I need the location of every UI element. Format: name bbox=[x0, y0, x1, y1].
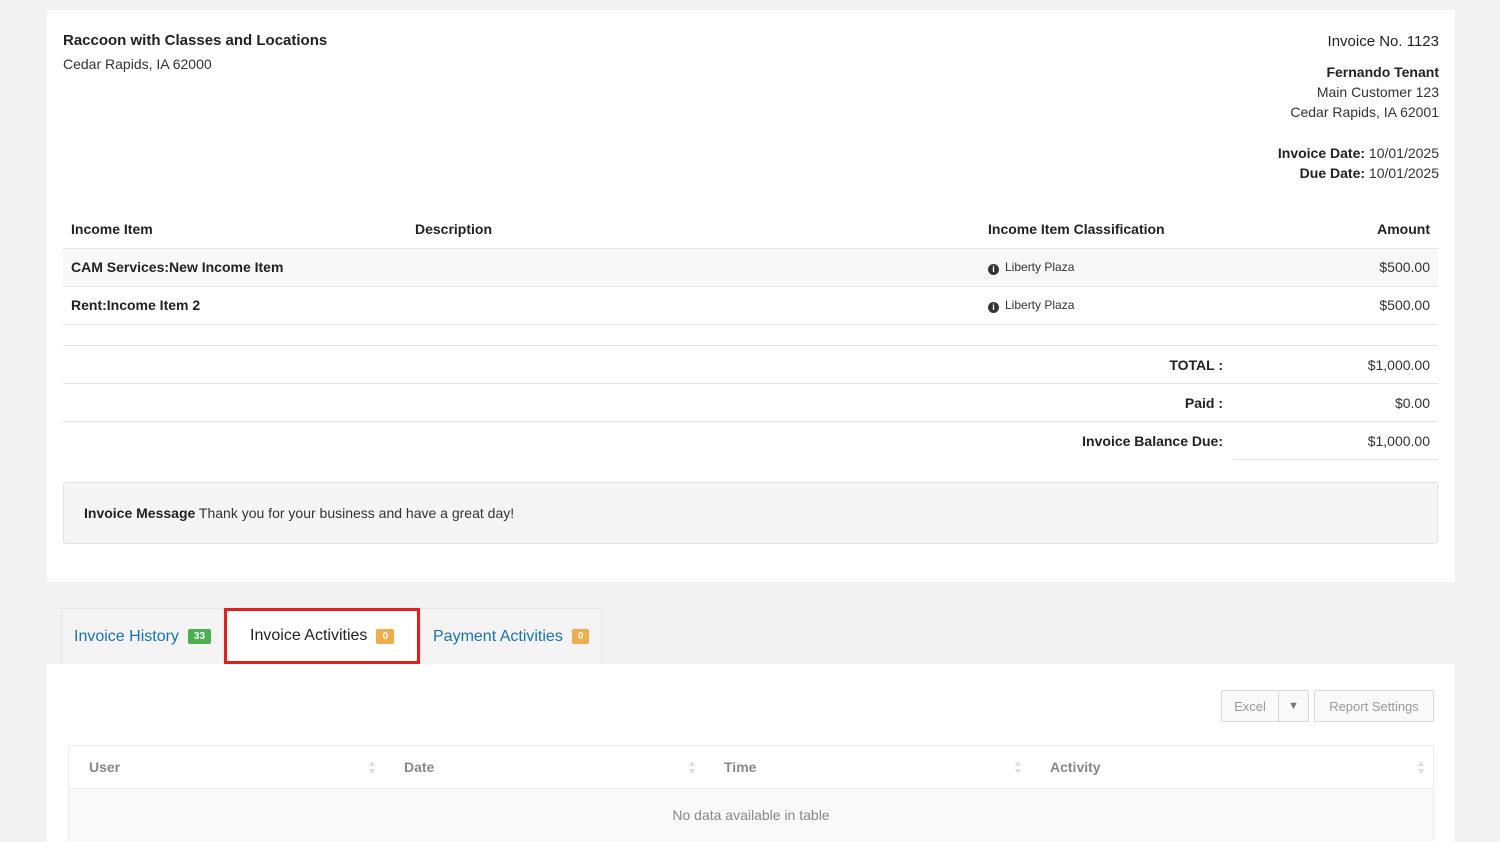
sort-icon bbox=[369, 760, 376, 774]
invoice-message: Invoice Message Thank you for your busin… bbox=[63, 482, 1438, 544]
paid-value: $0.00 bbox=[1394, 394, 1430, 411]
invoice-dates: Invoice Date: 10/01/2025 Due Date: 10/01… bbox=[1278, 143, 1439, 183]
report-settings-button[interactable]: Report Settings bbox=[1314, 690, 1434, 722]
amount: $500.00 bbox=[1238, 286, 1438, 325]
invoice-card: Raccoon with Classes and Locations Cedar… bbox=[47, 10, 1455, 582]
description bbox=[407, 248, 980, 287]
income-item: CAM Services:New Income Item bbox=[63, 248, 407, 287]
chevron-down-icon: ▼ bbox=[1288, 700, 1299, 712]
customer-address-line2: Cedar Rapids, IA 62001 bbox=[1290, 104, 1439, 120]
balance-value: $1,000.00 bbox=[1233, 422, 1438, 460]
company-name: Raccoon with Classes and Locations bbox=[63, 32, 328, 49]
sort-icon bbox=[689, 760, 696, 774]
tab-payment-activities[interactable]: Payment Activities 0 bbox=[420, 608, 603, 664]
col-user[interactable]: User bbox=[69, 746, 384, 789]
totals-block: TOTAL : $1,000.00 Paid : $0.00 Invoice B… bbox=[63, 345, 1438, 460]
total-row: TOTAL : $1,000.00 bbox=[63, 345, 1438, 383]
col-income-item: Income Item bbox=[63, 210, 407, 249]
col-description: Description bbox=[407, 210, 980, 249]
activity-tabs: Invoice History 33 Invoice Activities 0 … bbox=[61, 608, 603, 664]
info-icon[interactable]: i bbox=[988, 263, 999, 275]
excel-button[interactable]: Excel bbox=[1221, 690, 1279, 722]
company-block: Raccoon with Classes and Locations Cedar… bbox=[63, 32, 327, 72]
invoice-date: Invoice Date: 10/01/2025 bbox=[1277, 145, 1439, 161]
total-value: $1,000.00 bbox=[1367, 356, 1430, 373]
balance-label: Invoice Balance Due: bbox=[1082, 432, 1223, 449]
amount: $500.00 bbox=[1238, 248, 1438, 287]
col-classification: Income Item Classification bbox=[980, 210, 1238, 249]
invoice-header-block: Invoice No. 1123 Fernando Tenant Main Cu… bbox=[1278, 32, 1439, 183]
classification: i Liberty Plaza bbox=[980, 248, 1238, 287]
export-dropdown-toggle[interactable]: ▼ bbox=[1278, 690, 1309, 722]
count-badge: 0 bbox=[571, 629, 590, 644]
table-row: Rent:Income Item 2 i Liberty Plaza $500.0… bbox=[63, 286, 1438, 325]
sort-icon bbox=[1418, 760, 1425, 774]
activity-table-header: User Date Time Activity bbox=[69, 746, 1433, 789]
invoice-message-label: Invoice Message bbox=[84, 505, 196, 521]
due-date: Due Date: 10/01/2025 bbox=[1299, 165, 1439, 181]
activities-panel: Excel ▼ Report Settings User Date Time A… bbox=[47, 664, 1455, 842]
customer-address-line1: Main Customer 123 bbox=[1316, 84, 1439, 100]
col-time[interactable]: Time bbox=[704, 746, 1030, 789]
paid-label: Paid : bbox=[1184, 394, 1223, 411]
table-row: CAM Services:New Income Item i Liberty Pl… bbox=[63, 248, 1438, 287]
income-item: Rent:Income Item 2 bbox=[63, 286, 407, 325]
count-badge: 0 bbox=[376, 628, 394, 644]
sort-icon bbox=[1015, 760, 1022, 774]
tab-invoice-activities[interactable]: Invoice Activities 0 bbox=[224, 608, 420, 664]
customer-name: Fernando Tenant bbox=[1326, 64, 1439, 80]
col-date[interactable]: Date bbox=[384, 746, 704, 789]
company-address: Cedar Rapids, IA 62000 bbox=[63, 56, 212, 72]
tab-invoice-history[interactable]: Invoice History 33 bbox=[61, 608, 225, 664]
invoice-message-text: Thank you for your business and have a g… bbox=[198, 505, 515, 521]
col-activity[interactable]: Activity bbox=[1030, 746, 1433, 789]
empty-table-message: No data available in table bbox=[69, 789, 1433, 841]
info-icon[interactable]: i bbox=[988, 301, 999, 313]
col-amount: Amount bbox=[1238, 210, 1438, 249]
invoice-number: Invoice No. 1123 bbox=[1327, 33, 1439, 50]
income-items-table: Income Item Description Income Item Clas… bbox=[63, 210, 1438, 325]
total-label: TOTAL : bbox=[1169, 356, 1223, 373]
classification: i Liberty Plaza bbox=[980, 286, 1238, 325]
balance-row: Invoice Balance Due: $1,000.00 bbox=[63, 421, 1438, 460]
count-badge: 33 bbox=[187, 629, 212, 644]
paid-row: Paid : $0.00 bbox=[63, 383, 1438, 421]
description bbox=[407, 286, 980, 325]
activity-table: User Date Time Activity No data availabl… bbox=[68, 745, 1434, 841]
